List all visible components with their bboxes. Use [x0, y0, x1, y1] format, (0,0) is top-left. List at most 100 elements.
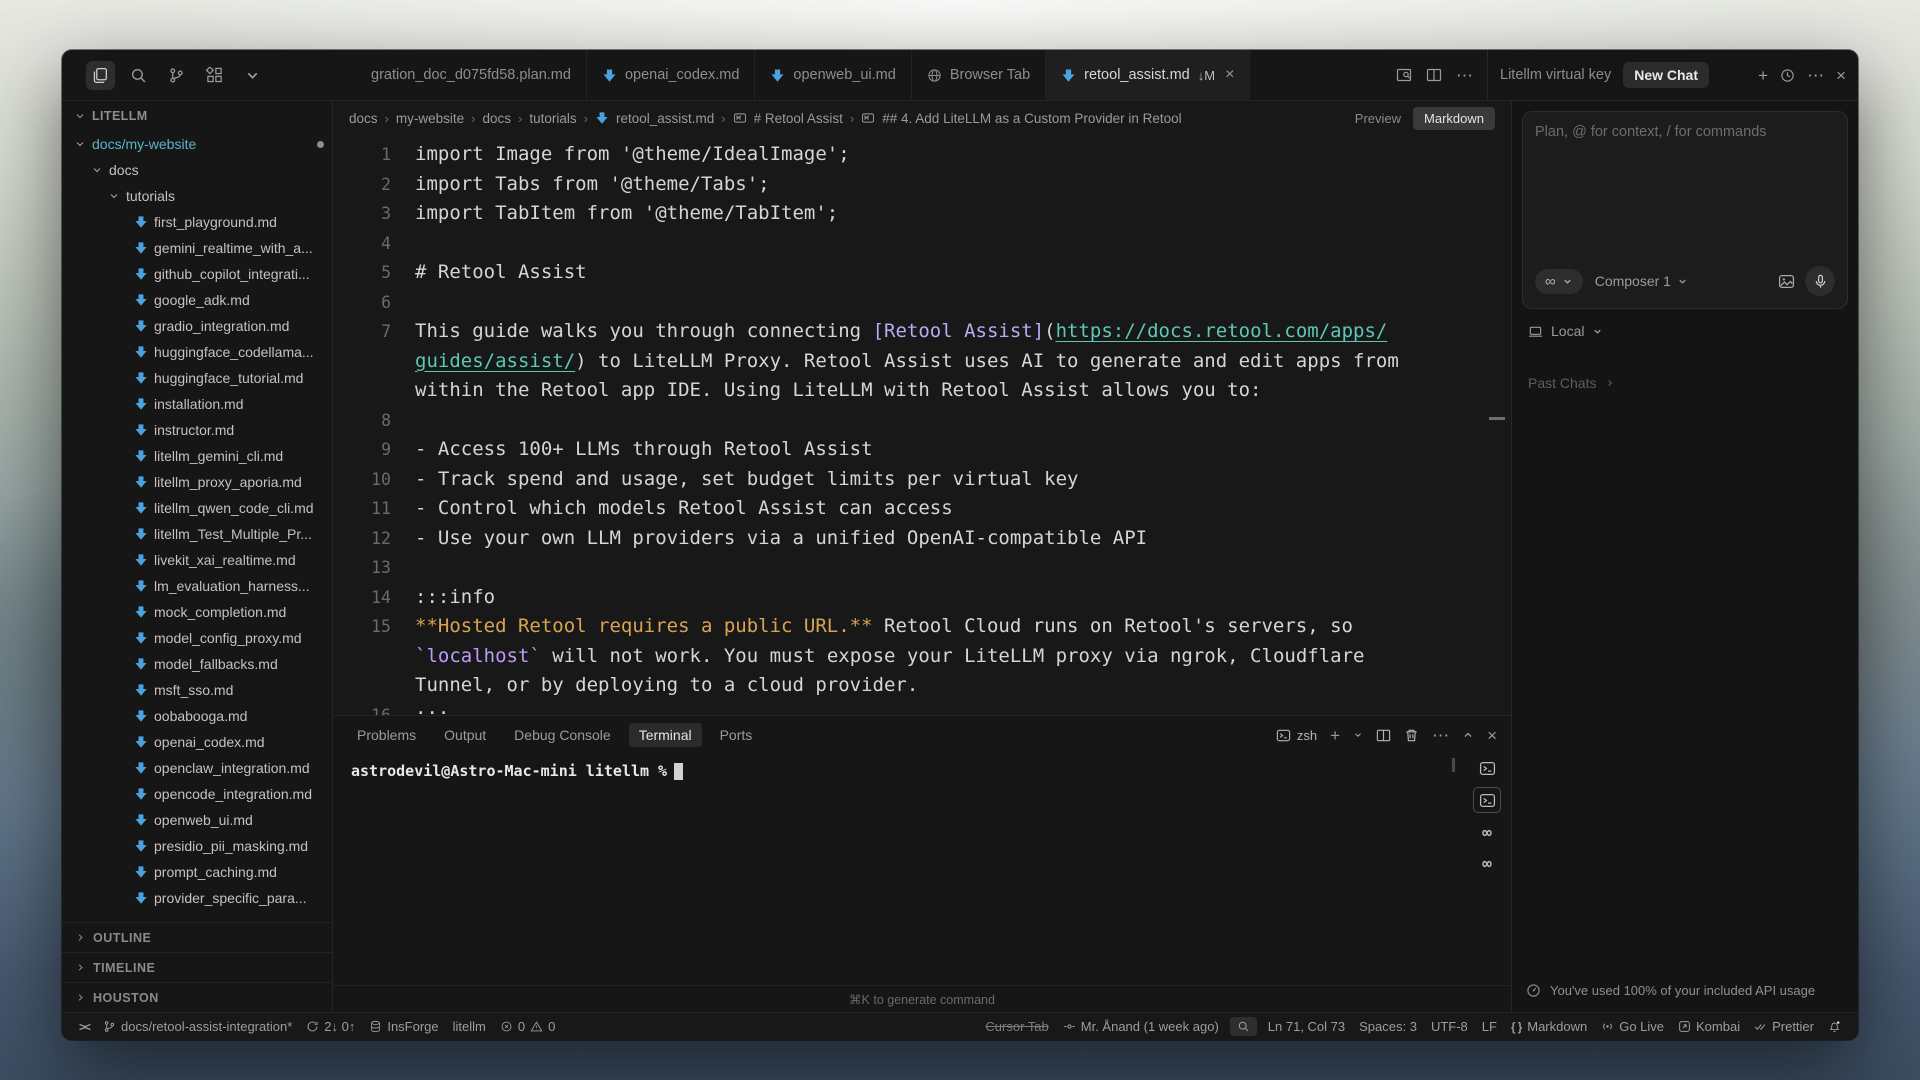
past-chats-toggle[interactable]: Past Chats — [1512, 347, 1858, 391]
file-row[interactable]: lm_evaluation_harness... — [62, 573, 332, 599]
chat-composer[interactable]: Plan, @ for context, / for commands ∞ Co… — [1522, 111, 1848, 309]
terminal-output[interactable]: astrodevil@Astro-Mac-mini litellm % ∞∞ — [333, 754, 1511, 985]
new-terminal-icon[interactable]: + — [1330, 727, 1340, 744]
breadcrumb-item[interactable]: docs — [482, 111, 511, 126]
preview-label[interactable]: Preview — [1355, 111, 1401, 126]
file-row[interactable]: huggingface_codellama... — [62, 339, 332, 365]
file-row[interactable]: openclaw_integration.md — [62, 755, 332, 781]
editor-tab[interactable]: Browser Tab — [912, 50, 1046, 100]
status-git-branch[interactable]: docs/retool-assist-integration* — [96, 1019, 299, 1034]
maximize-panel-icon[interactable] — [1462, 729, 1474, 741]
file-row[interactable]: github_copilot_integrati... — [62, 261, 332, 287]
editor-tab[interactable]: openai_codex.md — [587, 50, 755, 100]
attach-image-icon[interactable] — [1778, 273, 1795, 290]
status-litellm-status[interactable]: litellm — [446, 1019, 493, 1034]
folder-row[interactable]: docs/my-website — [62, 131, 332, 157]
close-panel-icon[interactable]: × — [1487, 727, 1497, 744]
status-eol[interactable]: LF — [1475, 1019, 1504, 1034]
chat-tab-new-chat[interactable]: New Chat — [1623, 62, 1709, 88]
status-go-live[interactable]: Go Live — [1594, 1019, 1671, 1034]
markdown-mode-badge[interactable]: Markdown — [1413, 107, 1495, 130]
file-row[interactable]: livekit_xai_realtime.md — [62, 547, 332, 573]
file-row[interactable]: msft_sso.md — [62, 677, 332, 703]
status-language-mode[interactable]: { }Markdown — [1504, 1019, 1594, 1034]
chat-more-icon[interactable]: ⋯ — [1807, 67, 1824, 84]
shell-indicator[interactable]: zsh — [1276, 728, 1317, 743]
file-row[interactable]: oobabooga.md — [62, 703, 332, 729]
panel-tab-problems[interactable]: Problems — [347, 723, 426, 747]
split-terminal-icon[interactable] — [1376, 728, 1391, 743]
breadcrumb-symbol[interactable]: ## 4. Add LiteLLM as a Custom Provider i… — [882, 111, 1181, 126]
panel-tab-ports[interactable]: Ports — [710, 723, 763, 747]
file-row[interactable]: provider_specific_para... — [62, 885, 332, 911]
microphone-button[interactable] — [1805, 266, 1835, 296]
file-row[interactable]: instructor.md — [62, 417, 332, 443]
close-tab-icon[interactable]: × — [1225, 66, 1234, 84]
file-row[interactable]: litellm_gemini_cli.md — [62, 443, 332, 469]
composer-selector[interactable]: Composer 1 — [1595, 273, 1688, 289]
status-indentation[interactable]: Spaces: 3 — [1352, 1019, 1424, 1034]
status-kombai[interactable]: Kombai — [1671, 1019, 1747, 1034]
status-prettier[interactable]: Prettier — [1747, 1019, 1821, 1034]
file-row[interactable]: prompt_caching.md — [62, 859, 332, 885]
status-cursor-tab[interactable]: Cursor Tab — [978, 1019, 1055, 1034]
status-problems[interactable]: 00 — [493, 1019, 562, 1034]
editor-tab[interactable]: retool_assist.md↓M× — [1046, 50, 1250, 100]
explorer-section-header[interactable]: LITELLM — [62, 101, 332, 131]
local-context-selector[interactable]: Local — [1512, 315, 1858, 347]
more-actions-icon[interactable]: ⋯ — [1456, 67, 1473, 84]
file-row[interactable]: gemini_realtime_with_a... — [62, 235, 332, 261]
breadcrumb-file[interactable]: retool_assist.md — [616, 111, 714, 126]
status-remote-indicator[interactable]: >< — [72, 1019, 96, 1034]
activity-files-button[interactable] — [86, 61, 115, 90]
status-git-sync[interactable]: 2↓ 0↑ — [299, 1019, 362, 1034]
terminal-more-icon[interactable]: ⋯ — [1432, 727, 1449, 744]
split-editor-icon[interactable] — [1426, 67, 1442, 83]
status-insforge[interactable]: InsForge — [362, 1019, 445, 1034]
file-row[interactable]: openai_codex.md — [62, 729, 332, 755]
terminal-instance-icon[interactable] — [1474, 756, 1500, 780]
code-editor[interactable]: 1import Image from '@theme/IdealImage';2… — [333, 135, 1511, 715]
panel-tab-terminal[interactable]: Terminal — [629, 723, 702, 747]
status-git-blame[interactable]: Mr. Ånand (1 week ago) — [1056, 1019, 1226, 1034]
breadcrumb-item[interactable]: docs — [349, 111, 378, 126]
folder-row[interactable]: tutorials — [62, 183, 332, 209]
file-row[interactable]: litellm_Test_Multiple_Pr... — [62, 521, 332, 547]
chat-close-icon[interactable]: × — [1836, 67, 1846, 84]
file-row[interactable]: gradio_integration.md — [62, 313, 332, 339]
file-row[interactable]: installation.md — [62, 391, 332, 417]
file-row[interactable]: litellm_proxy_aporia.md — [62, 469, 332, 495]
status-search-toggle[interactable] — [1230, 1017, 1257, 1036]
sidebar-section-houston[interactable]: HOUSTON — [62, 982, 332, 1012]
new-chat-plus-icon[interactable]: + — [1758, 67, 1768, 84]
file-row[interactable]: google_adk.md — [62, 287, 332, 313]
breadcrumb-item[interactable]: tutorials — [529, 111, 576, 126]
file-row[interactable]: openweb_ui.md — [62, 807, 332, 833]
open-preview-icon[interactable] — [1396, 67, 1412, 83]
file-row[interactable]: first_playground.md — [62, 209, 332, 235]
chat-tab-litellm-virtual-key[interactable]: Litellm virtual key — [1500, 67, 1611, 83]
file-row[interactable]: opencode_integration.md — [62, 781, 332, 807]
breadcrumb-item[interactable]: my-website — [396, 111, 464, 126]
activity-search-button[interactable] — [124, 61, 153, 90]
agent-mode-pill[interactable]: ∞ — [1535, 269, 1583, 294]
activity-extensions-button[interactable] — [200, 61, 229, 90]
terminal-instance-icon[interactable] — [1473, 787, 1501, 813]
panel-tab-output[interactable]: Output — [434, 723, 496, 747]
panel-tab-debug-console[interactable]: Debug Console — [504, 723, 621, 747]
status-notifications[interactable] — [1821, 1020, 1848, 1033]
infinity-instance-icon[interactable]: ∞ — [1474, 851, 1500, 875]
file-row[interactable]: model_config_proxy.md — [62, 625, 332, 651]
file-row[interactable]: litellm_qwen_code_cli.md — [62, 495, 332, 521]
status-cursor-position[interactable]: Ln 71, Col 73 — [1261, 1019, 1352, 1034]
file-row[interactable]: model_fallbacks.md — [62, 651, 332, 677]
scrollbar-thumb[interactable] — [1489, 417, 1505, 420]
terminal-dropdown-icon[interactable] — [1353, 730, 1363, 740]
activity-chevron-down-button[interactable] — [238, 61, 267, 90]
editor-tab[interactable]: openweb_ui.md — [755, 50, 911, 100]
folder-row[interactable]: docs — [62, 157, 332, 183]
status-encoding[interactable]: UTF-8 — [1424, 1019, 1475, 1034]
breadcrumb-symbol[interactable]: # Retool Assist — [754, 111, 843, 126]
kill-terminal-icon[interactable] — [1404, 728, 1419, 743]
sidebar-section-outline[interactable]: OUTLINE — [62, 922, 332, 952]
